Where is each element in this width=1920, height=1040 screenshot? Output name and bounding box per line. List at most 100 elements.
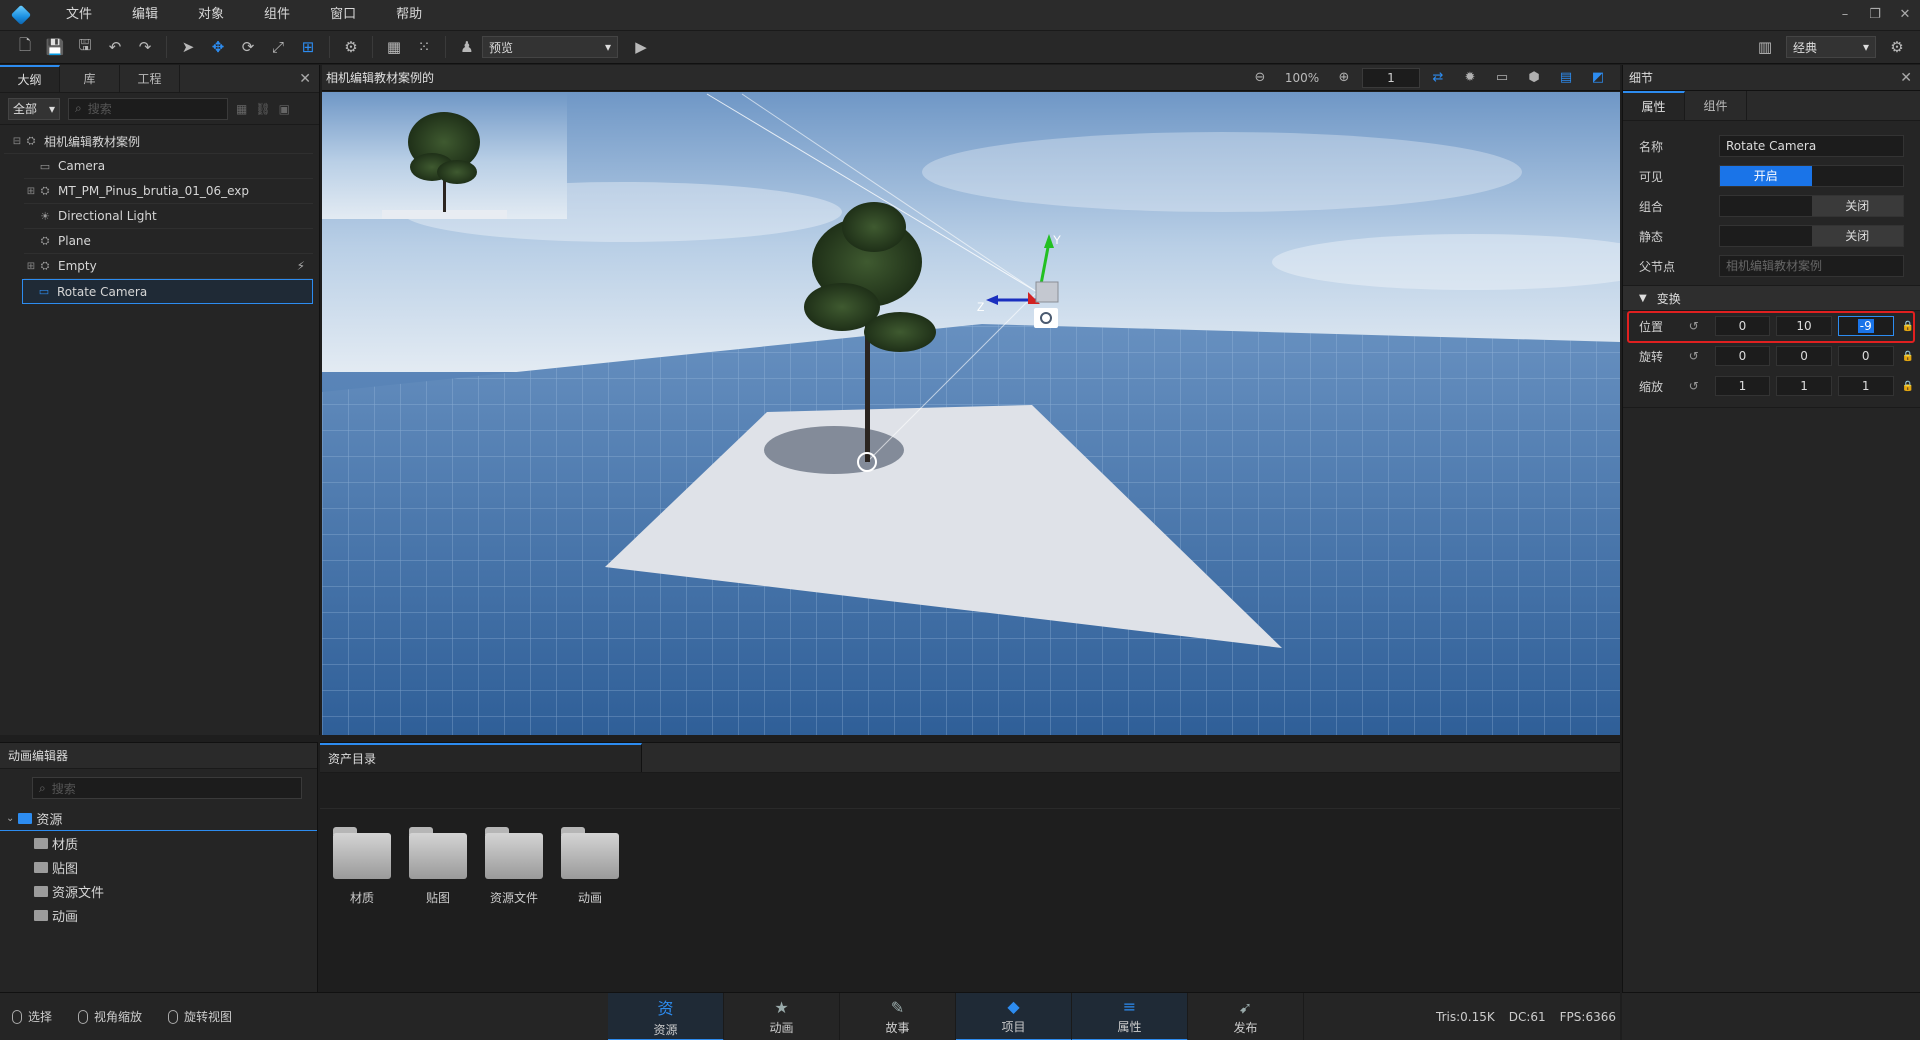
move-tool-icon[interactable]: ✥: [203, 32, 233, 62]
close-window-button[interactable]: ✕: [1890, 0, 1920, 30]
rotate-tool-icon[interactable]: ⟳: [233, 32, 263, 62]
select-tool-icon[interactable]: ➤: [173, 32, 203, 62]
tab-asset-directory[interactable]: 资产目录: [320, 743, 642, 772]
asset-folder[interactable]: 贴图: [408, 827, 468, 906]
tree-item-light[interactable]: ☀ Directional Light: [24, 204, 313, 229]
render-mode-icon[interactable]: ◩: [1584, 67, 1612, 89]
menu-component[interactable]: 组件: [244, 0, 310, 30]
tab-project[interactable]: 工程: [120, 65, 180, 92]
visible-toggle[interactable]: 开启: [1719, 165, 1904, 187]
asset-folder[interactable]: 动画: [560, 827, 620, 906]
animation-search-input[interactable]: ⌕ 搜索: [32, 777, 302, 799]
sync-camera-icon[interactable]: ⇄: [1424, 67, 1452, 89]
snap-icon[interactable]: ⚙: [336, 32, 366, 62]
sliders-icon: ≡: [1122, 997, 1137, 1016]
menu-edit[interactable]: 编辑: [112, 0, 178, 30]
tab-story[interactable]: ✎ 故事: [840, 993, 956, 1040]
scale-x-input[interactable]: 1: [1714, 376, 1771, 396]
play-icon[interactable]: ▶: [626, 32, 656, 62]
tab-resources[interactable]: 资 资源: [608, 993, 724, 1040]
reset-icon[interactable]: ↺: [1689, 349, 1705, 363]
tab-properties[interactable]: 属性: [1623, 91, 1685, 120]
asset-folder[interactable]: 资源文件: [484, 827, 544, 906]
folder-item[interactable]: 材质: [0, 831, 317, 855]
video-camera-icon[interactable]: ▭: [1488, 67, 1516, 89]
perspective-icon[interactable]: ▤: [1552, 67, 1580, 89]
cube-view-icon[interactable]: ⬢: [1520, 67, 1548, 89]
scale-z-input[interactable]: 1: [1837, 376, 1894, 396]
save-icon[interactable]: 💾: [40, 32, 70, 62]
new-file-icon[interactable]: 🗋: [10, 32, 40, 62]
lock-icon[interactable]: 🔒: [1902, 381, 1914, 392]
gizmo-icon[interactable]: ✹: [1456, 67, 1484, 89]
rotation-x-input[interactable]: 0: [1714, 346, 1771, 366]
link-icon[interactable]: ⛓: [255, 102, 270, 116]
scale-y-input[interactable]: 1: [1776, 376, 1832, 396]
player-icon[interactable]: ♟: [452, 32, 482, 62]
dots-grid-icon[interactable]: ⁙: [409, 32, 439, 62]
asset-folder[interactable]: 材质: [332, 827, 392, 906]
tab-properties-bottom[interactable]: ≡ 属性: [1072, 993, 1188, 1040]
highlight-box: [1627, 311, 1915, 343]
filter-icon[interactable]: ▦: [236, 102, 247, 116]
draw-call-count: DC:61: [1508, 1010, 1546, 1024]
menu-help[interactable]: 帮助: [376, 0, 442, 30]
rotation-z-input[interactable]: 0: [1837, 346, 1894, 366]
outline-search-input[interactable]: ⌕ 搜索: [68, 97, 228, 120]
tree-item-empty[interactable]: ⊞ ⛭ Empty ⚡: [24, 254, 313, 279]
grid-icon[interactable]: ▦: [379, 32, 409, 62]
save-all-icon[interactable]: 🖫: [70, 32, 100, 62]
group-toggle[interactable]: 关闭: [1719, 195, 1904, 217]
close-icon[interactable]: ✕: [1900, 70, 1912, 86]
reset-icon[interactable]: ↺: [1689, 379, 1705, 393]
search-icon: ⌕: [39, 780, 46, 795]
preview-mode-select[interactable]: 预览 ▾: [482, 36, 618, 58]
menu-file[interactable]: 文件: [46, 0, 112, 30]
folder-item[interactable]: 贴图: [0, 855, 317, 879]
layout-select[interactable]: 经典 ▾: [1786, 36, 1876, 58]
tree-item-pinus[interactable]: ⊞ ⛭ MT_PM_Pinus_brutia_01_06_exp: [24, 179, 313, 204]
scene-viewport[interactable]: Y Z: [322, 92, 1620, 735]
undo-icon[interactable]: ↶: [100, 32, 130, 62]
expand-icon[interactable]: ⊞: [24, 261, 38, 272]
folder-label: 材质: [52, 837, 79, 853]
tree-item-root[interactable]: ⊟ ⛭ 相机编辑教材案例: [4, 129, 313, 154]
expand-icon[interactable]: ⊞: [24, 186, 38, 197]
transform-section[interactable]: ▼ 变换: [1623, 285, 1920, 311]
frame-input[interactable]: 1: [1362, 67, 1420, 88]
tab-animation[interactable]: ★ 动画: [724, 993, 840, 1040]
local-space-icon[interactable]: ⊞: [293, 32, 323, 62]
settings-icon[interactable]: ⚙: [1882, 32, 1912, 62]
collapse-icon[interactable]: ⊟: [10, 136, 24, 147]
tree-item-camera[interactable]: ▭ Camera: [24, 154, 313, 179]
tree-item-rotate-camera[interactable]: ▭ Rotate Camera: [22, 279, 313, 304]
rotation-y-input[interactable]: 0: [1776, 346, 1832, 366]
image-icon[interactable]: ▣: [279, 102, 290, 116]
tree-item-plane[interactable]: ⛭ Plane: [24, 229, 313, 254]
zoom-in-icon[interactable]: ⊕: [1330, 67, 1358, 89]
tab-library[interactable]: 库: [60, 65, 120, 92]
menu-window[interactable]: 窗口: [310, 0, 376, 30]
folder-item[interactable]: 动画: [0, 903, 317, 927]
lock-icon[interactable]: 🔒: [1902, 351, 1914, 362]
folder-root[interactable]: ⌄ 资源: [0, 807, 317, 831]
tab-outline[interactable]: 大纲: [0, 65, 60, 92]
script-icon[interactable]: ⚡: [297, 259, 305, 273]
layout-icon[interactable]: ▥: [1750, 32, 1780, 62]
redo-icon[interactable]: ↷: [130, 32, 160, 62]
minimize-button[interactable]: –: [1830, 0, 1860, 30]
static-toggle[interactable]: 关闭: [1719, 225, 1904, 247]
asset-label: 材质: [349, 891, 374, 905]
close-icon[interactable]: ✕: [299, 71, 311, 87]
scale-tool-icon[interactable]: ⤢: [263, 32, 293, 62]
filter-select[interactable]: 全部 ▾: [8, 97, 60, 120]
maximize-button[interactable]: ❐: [1860, 0, 1890, 30]
folder-item[interactable]: 资源文件: [0, 879, 317, 903]
svg-text:Y: Y: [1053, 233, 1061, 247]
menu-object[interactable]: 对象: [178, 0, 244, 30]
name-input[interactable]: Rotate Camera: [1719, 135, 1904, 157]
tab-publish[interactable]: ➹ 发布: [1188, 993, 1304, 1040]
zoom-out-icon[interactable]: ⊖: [1246, 67, 1274, 89]
tab-components[interactable]: 组件: [1685, 91, 1747, 120]
tab-project[interactable]: ◆ 项目: [956, 993, 1072, 1040]
